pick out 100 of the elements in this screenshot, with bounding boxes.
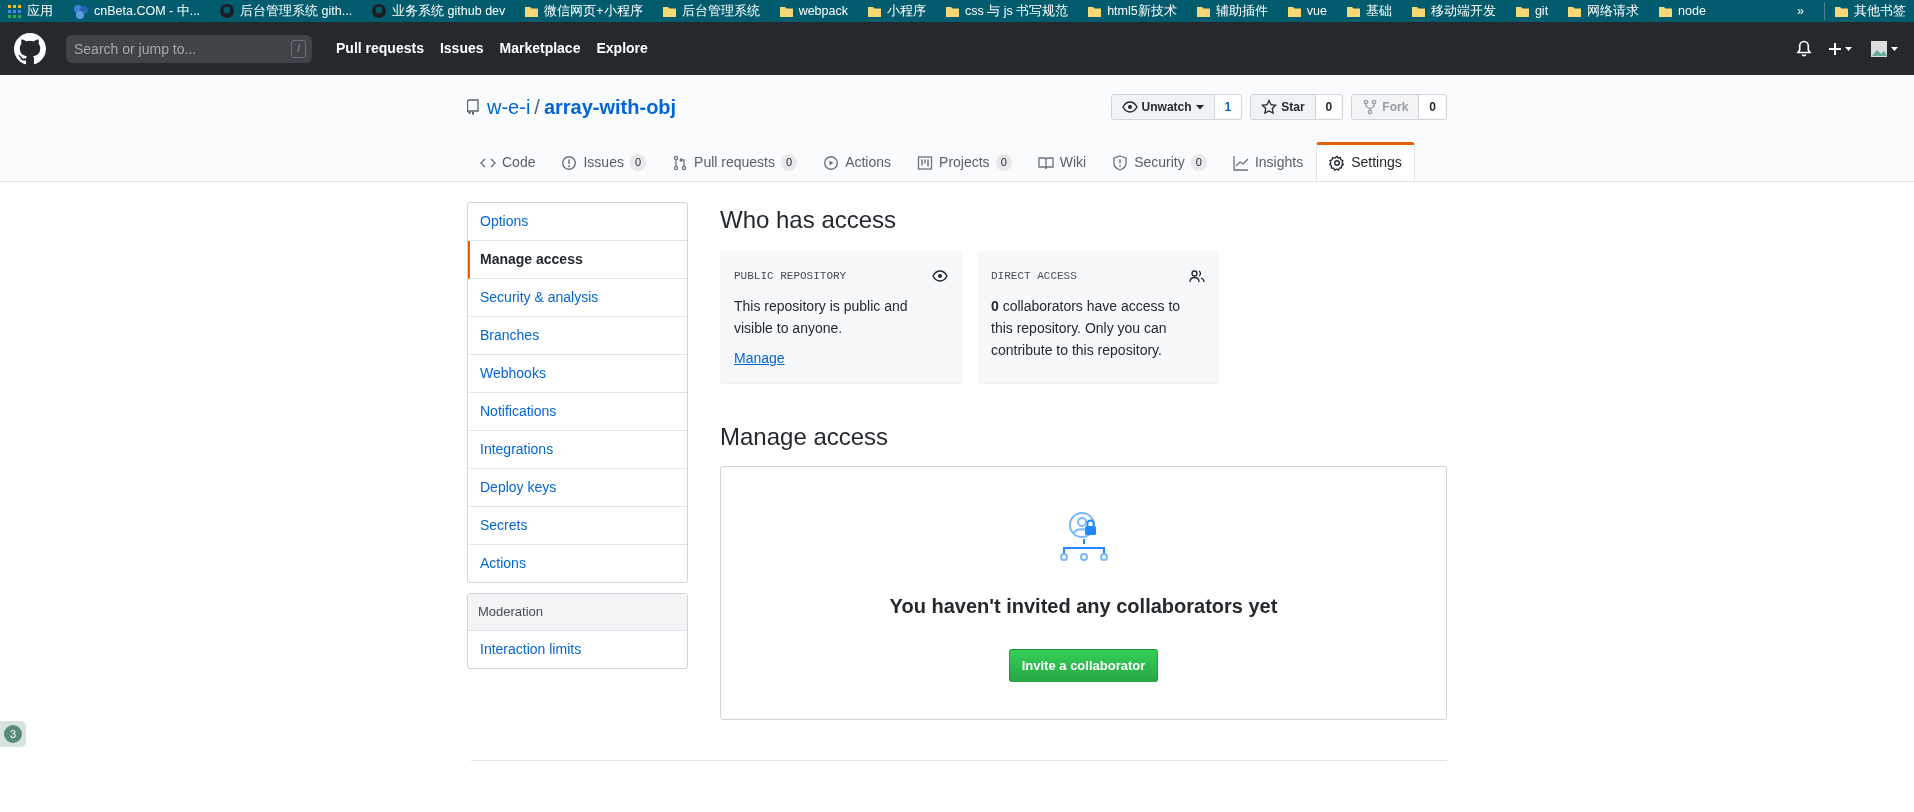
repo-icon: [467, 99, 479, 115]
book-icon: [1037, 154, 1054, 171]
folder-icon: [1287, 4, 1301, 18]
sidebar-item[interactable]: Secrets: [468, 507, 687, 545]
card-description: This repository is public and visible to anyone.: [734, 296, 909, 338]
folder-icon: [1088, 4, 1102, 18]
sidebar-item[interactable]: Deploy keys: [468, 469, 687, 507]
shortcut-key: /: [291, 39, 306, 58]
sidebar-item[interactable]: Interaction limits: [468, 631, 687, 668]
folder-icon: [945, 4, 959, 18]
caret-icon: [1195, 104, 1204, 110]
tab-counter: 0: [1190, 154, 1207, 171]
plus-dropdown-icon[interactable]: [1828, 40, 1854, 57]
tab-counter: 0: [629, 154, 647, 171]
play-icon: [823, 154, 840, 171]
bookmark-link[interactable]: 网络请求: [1568, 1, 1640, 21]
eye-icon: [1121, 99, 1138, 115]
bookmark-link[interactable]: 业务系统 github dev: [372, 1, 506, 21]
header-nav-link[interactable]: Pull requests: [336, 38, 424, 59]
folder-icon: [525, 4, 539, 18]
sidebar-item[interactable]: Security & analysis: [468, 279, 687, 317]
bell-icon[interactable]: [1796, 39, 1812, 58]
watch-button[interactable]: Unwatch: [1110, 94, 1215, 120]
repo-tab[interactable]: Code: [467, 142, 549, 182]
github-icon: [220, 4, 235, 18]
bookmark-link[interactable]: 移动端开发: [1411, 1, 1496, 21]
star-button[interactable]: Star: [1250, 94, 1316, 120]
repo-tab[interactable]: Insights: [1219, 142, 1317, 182]
avatar-dropdown-icon[interactable]: [1870, 38, 1900, 59]
sidebar-item[interactable]: Branches: [468, 317, 687, 355]
folder-icon: [779, 4, 793, 18]
bookmark-link[interactable]: 其他书签: [1824, 1, 1906, 21]
header-nav-link[interactable]: Marketplace: [499, 38, 581, 59]
card-heading: PUBLIC REPOSITORY: [734, 268, 847, 284]
repo-tab[interactable]: Security 0: [1099, 142, 1220, 182]
floating-counter-badge[interactable]: 3: [0, 721, 26, 747]
bookmark-link[interactable]: git: [1515, 1, 1549, 21]
bookmark-link[interactable]: 后台管理系统 gith...: [220, 1, 353, 21]
repo-tab[interactable]: Pull requests 0: [659, 142, 811, 182]
project-board-icon: [917, 154, 934, 171]
bookmark-link[interactable]: 后台管理系统: [662, 1, 760, 21]
repo-tab[interactable]: Wiki: [1024, 142, 1100, 182]
github-logo-icon[interactable]: [14, 32, 46, 65]
sidebar-item[interactable]: Notifications: [468, 393, 687, 431]
folder-icon: [1515, 4, 1529, 18]
collaborator-lock-icon: [1057, 510, 1110, 563]
pull-request-icon: [672, 154, 689, 171]
bookmark-link[interactable]: node: [1659, 1, 1706, 21]
bookmark-link[interactable]: vue: [1287, 1, 1327, 21]
header-nav-link[interactable]: Explore: [596, 38, 648, 59]
bookmark-link[interactable]: css 与 js 书写规范: [945, 1, 1069, 21]
settings-icon: [1329, 154, 1346, 171]
folder-icon: [1835, 4, 1848, 18]
bookmark-link[interactable]: 应用: [8, 1, 53, 21]
eye-icon: [932, 267, 948, 284]
issue-icon: [561, 154, 578, 171]
people-icon: [1189, 267, 1205, 284]
empty-state-message: You haven't invited any collaborators yet: [889, 593, 1278, 619]
bookmark-link[interactable]: 辅助插件: [1196, 1, 1268, 21]
sidebar-item[interactable]: Manage access: [468, 241, 687, 279]
repo-tab[interactable]: Projects 0: [904, 142, 1025, 182]
bookmark-link[interactable]: html5新技术: [1088, 1, 1177, 21]
shield-icon: [1112, 154, 1129, 171]
sidebar-item[interactable]: Actions: [468, 545, 687, 582]
section-heading: Who has access: [720, 206, 898, 235]
bookmark-link[interactable]: cnBeta.COM - 中...: [73, 1, 201, 21]
tab-counter: 0: [781, 154, 798, 171]
tab-counter: 0: [995, 154, 1012, 171]
bookmark-link[interactable]: 小程序: [867, 1, 926, 21]
apps-grid-icon: [8, 4, 21, 18]
github-icon: [372, 4, 387, 18]
watch-count[interactable]: 1: [1214, 94, 1243, 120]
card-description: 0 collaborators have access to this repository. Only you can contribute to this repository.: [991, 296, 1182, 360]
sidebar-item[interactable]: Webhooks: [468, 355, 687, 393]
bookmark-link[interactable]: 基础: [1346, 1, 1392, 21]
folder-icon: [662, 4, 676, 18]
folder-icon: [1346, 4, 1360, 18]
more-bookmarks-button[interactable]: »: [1797, 1, 1804, 21]
sidebar-heading: Moderation: [468, 594, 687, 631]
site-favicon-icon: [73, 3, 88, 19]
manage-link[interactable]: Manage: [734, 346, 785, 369]
folder-icon: [1659, 4, 1673, 18]
folder-icon: [1411, 4, 1425, 18]
folder-icon: [1568, 4, 1582, 18]
header-nav-link[interactable]: Issues: [439, 38, 484, 59]
card-heading: DIRECT ACCESS: [991, 268, 1077, 284]
line-graph-icon: [1232, 154, 1249, 171]
star-count[interactable]: 0: [1315, 94, 1344, 120]
repo-owner-link[interactable]: w-e-i: [487, 92, 531, 122]
repo-name-link[interactable]: array-with-obj: [543, 92, 677, 122]
repo-tab[interactable]: Issues 0: [548, 142, 660, 182]
path-separator: /: [534, 95, 540, 120]
bookmark-link[interactable]: 微信网页+小程序: [525, 1, 643, 21]
folder-icon: [1196, 4, 1210, 18]
repo-tab[interactable]: Settings: [1316, 142, 1415, 182]
folder-icon: [867, 4, 881, 18]
fork-icon: [1362, 99, 1379, 115]
sidebar-item[interactable]: Integrations: [468, 431, 687, 469]
bookmark-link[interactable]: webpack: [779, 1, 848, 21]
repo-tab[interactable]: Actions: [810, 142, 905, 182]
